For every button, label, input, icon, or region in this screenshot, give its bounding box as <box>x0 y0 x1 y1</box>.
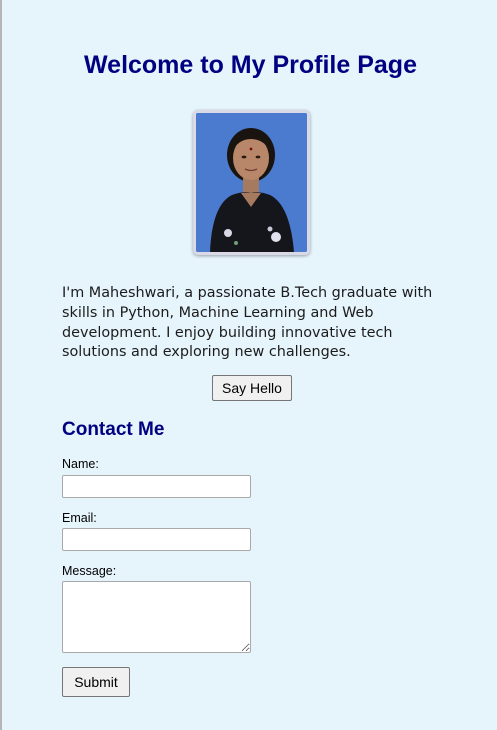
profile-photo-image <box>196 113 307 252</box>
email-label: Email: <box>62 511 97 525</box>
page-title: Welcome to My Profile Page <box>84 51 417 79</box>
name-input[interactable] <box>62 475 251 498</box>
message-label: Message: <box>62 564 117 578</box>
say-hello-button[interactable]: Say Hello <box>212 375 292 401</box>
email-input[interactable] <box>62 528 251 551</box>
bio-text: I'm Maheshwari, a passionate B.Tech grad… <box>62 285 433 361</box>
message-textarea[interactable] <box>62 581 251 653</box>
contact-heading: Contact Me <box>62 419 165 440</box>
submit-button[interactable]: Submit <box>62 667 130 697</box>
name-label: Name: <box>62 457 99 471</box>
profile-photo <box>193 110 310 255</box>
